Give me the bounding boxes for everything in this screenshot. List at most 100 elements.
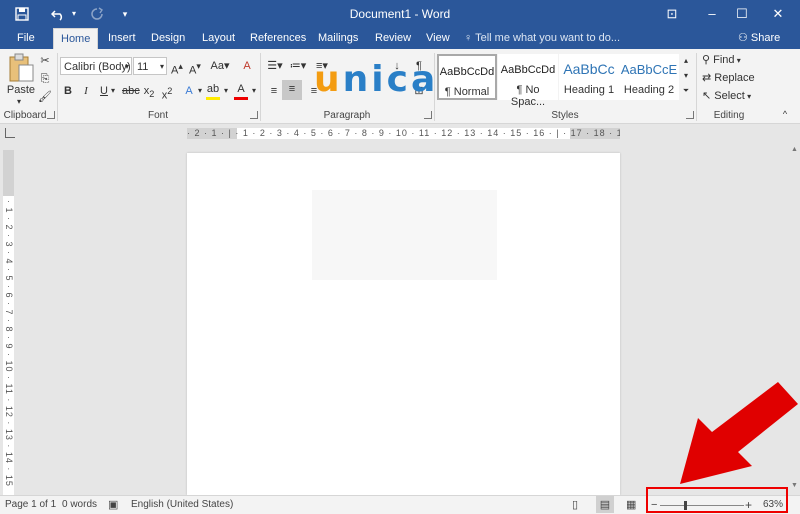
clear-formatting-icon[interactable]: A bbox=[240, 57, 254, 75]
font-size-value: 11 bbox=[137, 61, 149, 73]
close-button[interactable]: ✕ bbox=[758, 0, 798, 28]
style-normal[interactable]: AaBbCcDd ¶ Normal bbox=[437, 54, 497, 100]
grow-font-icon[interactable]: A▴ bbox=[170, 57, 184, 77]
word-count[interactable]: 0 words bbox=[62, 496, 97, 514]
styles-dialog-launcher-icon[interactable] bbox=[686, 111, 694, 119]
font-group-label: Font bbox=[147, 110, 168, 121]
scroll-up-icon[interactable]: ▲ bbox=[791, 146, 798, 153]
replace-label: Replace bbox=[714, 72, 755, 84]
restore-icon: ☐ bbox=[736, 6, 748, 21]
superscript-icon[interactable]: x2 bbox=[160, 82, 174, 102]
text-effects-icon[interactable]: A bbox=[182, 82, 196, 100]
style-name: ¶ No Spac... bbox=[510, 84, 546, 108]
tab-file[interactable]: File bbox=[10, 28, 42, 49]
font-dialog-launcher-icon[interactable] bbox=[250, 111, 258, 119]
align-center-icon[interactable]: ≡ bbox=[282, 80, 302, 100]
document-page[interactable] bbox=[187, 153, 620, 495]
lightbulb-icon: ♀ bbox=[464, 32, 476, 44]
language-indicator[interactable]: English (United States) bbox=[131, 496, 233, 514]
web-layout-icon[interactable]: ▦ bbox=[626, 496, 636, 514]
tab-mailings[interactable]: Mailings bbox=[311, 28, 365, 49]
font-size-select[interactable]: 11 ▾ bbox=[133, 57, 167, 75]
numbering-icon[interactable]: ≔▾ bbox=[288, 57, 308, 75]
red-arrow-annotation bbox=[680, 382, 798, 484]
tell-me-box[interactable]: ♀ Tell me what you want to do... bbox=[464, 28, 620, 49]
highlight-color-icon[interactable]: ab bbox=[206, 82, 220, 100]
tab-references[interactable]: References bbox=[243, 28, 313, 49]
restore-button[interactable]: ☐ bbox=[722, 0, 762, 28]
tab-review[interactable]: Review bbox=[368, 28, 418, 49]
collapse-ribbon-icon[interactable]: ^ bbox=[778, 105, 792, 123]
tell-me-text: Tell me what you want to do... bbox=[475, 32, 621, 44]
paste-button[interactable]: Paste ▾ bbox=[5, 53, 37, 107]
print-layout-icon[interactable]: ▤ bbox=[596, 496, 614, 513]
editing-group-label: Editing bbox=[713, 110, 745, 121]
faint-watermark-box bbox=[312, 190, 497, 280]
tab-design[interactable]: Design bbox=[144, 28, 192, 49]
paragraph-dialog-launcher-icon[interactable] bbox=[424, 111, 432, 119]
tab-view[interactable]: View bbox=[419, 28, 457, 49]
clipboard-group-label: Clipboard bbox=[3, 110, 47, 121]
change-case-icon[interactable]: Aa▾ bbox=[210, 57, 230, 75]
ribbon-display-icon: ⊡ bbox=[666, 6, 678, 21]
style-no-spacing[interactable]: AaBbCcDd ¶ No Spac... bbox=[498, 54, 558, 108]
subscript-icon[interactable]: x2 bbox=[142, 82, 156, 100]
replace-button[interactable]: ⇄ Replace bbox=[702, 69, 792, 87]
zoom-highlight-annotation bbox=[646, 487, 788, 513]
ribbon-tab-bar: File Home Insert Design Layout Reference… bbox=[0, 28, 800, 49]
find-label: Find bbox=[713, 54, 735, 66]
group-separator bbox=[57, 53, 58, 121]
horizontal-ruler[interactable]: · 2 · 1 · | · 1 · 2 · 3 · 4 · 5 · 6 · 7 … bbox=[187, 128, 620, 139]
read-mode-icon[interactable]: ▯ bbox=[572, 496, 578, 514]
style-heading-1[interactable]: AaBbCc Heading 1 bbox=[559, 54, 619, 100]
paste-dropdown-icon: ▾ bbox=[17, 97, 22, 106]
copy-icon[interactable]: ⎘ bbox=[38, 70, 52, 88]
text-effects-dropdown-icon[interactable]: ▾ bbox=[196, 82, 204, 100]
proofing-icon[interactable]: ▣ bbox=[108, 496, 118, 514]
select-button[interactable]: ↖ Select ▾ bbox=[702, 87, 792, 105]
cursor-icon: ↖ bbox=[702, 90, 715, 102]
bullets-icon[interactable]: ☰▾ bbox=[265, 57, 285, 75]
ribbon-display-options-button[interactable]: ⊡ bbox=[652, 0, 692, 28]
style-sample: AaBbCcDd bbox=[500, 64, 556, 76]
align-left-icon[interactable]: ≡ bbox=[266, 82, 282, 100]
find-button[interactable]: ⚲ Find ▾ bbox=[702, 51, 792, 69]
tab-home[interactable]: Home bbox=[53, 28, 99, 49]
styles-more-icon[interactable]: ⏷ bbox=[681, 84, 691, 98]
clipboard-dialog-launcher-icon[interactable] bbox=[47, 111, 55, 119]
bold-icon[interactable]: B bbox=[63, 82, 73, 100]
font-family-select[interactable]: Calibri (Body) ▾ bbox=[60, 57, 132, 75]
italic-icon[interactable]: I bbox=[81, 82, 91, 100]
share-button[interactable]: ⚇ Share bbox=[738, 28, 780, 49]
font-family-value: Calibri (Body) bbox=[64, 61, 131, 73]
tab-selector-icon[interactable] bbox=[5, 128, 15, 138]
font-color-icon[interactable]: A bbox=[234, 82, 248, 100]
vertical-ruler[interactable]: · 1 · 2 · 3 · 4 · 5 · 6 · 7 · 8 · 9 · 10… bbox=[3, 150, 14, 495]
page-count[interactable]: Page 1 of 1 bbox=[5, 496, 56, 514]
styles-group-label: Styles bbox=[551, 110, 579, 121]
style-sample: AaBbCcDd bbox=[439, 66, 495, 78]
style-heading-2[interactable]: AaBbCcE Heading 2 bbox=[619, 54, 679, 100]
ruler-ticks: · 2 · 1 · | · 1 · 2 · 3 · 4 · 5 · 6 · 7 … bbox=[187, 128, 620, 138]
shrink-font-icon[interactable]: A▾ bbox=[188, 57, 202, 77]
chevron-down-icon: ▾ bbox=[159, 62, 164, 71]
highlight-dropdown-icon[interactable]: ▾ bbox=[222, 82, 230, 100]
unica-logo: unica bbox=[314, 62, 438, 98]
paste-icon bbox=[9, 53, 34, 82]
styles-scroll-down-icon[interactable]: ▾ bbox=[681, 69, 691, 83]
tab-insert[interactable]: Insert bbox=[101, 28, 143, 49]
tab-layout[interactable]: Layout bbox=[195, 28, 242, 49]
paragraph-group-label: Paragraph bbox=[323, 110, 371, 121]
underline-dropdown-icon[interactable]: ▾ bbox=[109, 82, 117, 100]
chevron-down-icon: ▾ bbox=[744, 92, 752, 101]
font-color-dropdown-icon[interactable]: ▾ bbox=[250, 82, 258, 100]
underline-icon[interactable]: U bbox=[99, 82, 109, 100]
strikethrough-icon[interactable]: abc bbox=[122, 82, 140, 100]
close-icon: ✕ bbox=[772, 6, 784, 21]
styles-scroll-up-icon[interactable]: ▴ bbox=[681, 54, 691, 68]
cut-icon[interactable]: ✂ bbox=[38, 52, 52, 70]
logo-u: u bbox=[314, 59, 343, 100]
style-name: Heading 2 bbox=[623, 84, 675, 96]
style-sample: AaBbCcE bbox=[620, 62, 678, 77]
format-painter-icon[interactable]: 🖌 bbox=[38, 88, 52, 106]
